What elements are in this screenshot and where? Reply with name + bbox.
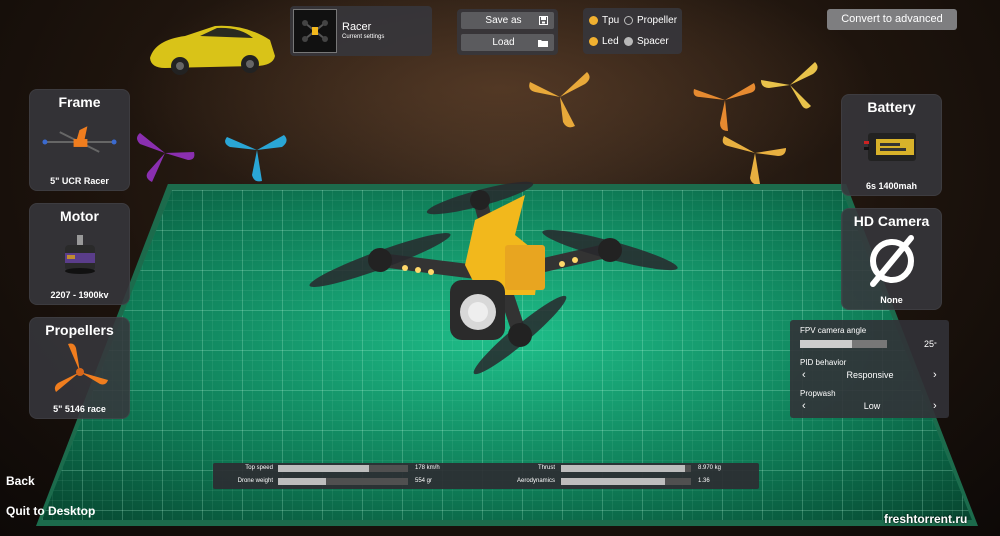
- drone-model[interactable]: [300, 160, 700, 390]
- none-icon: [852, 233, 931, 289]
- folder-icon: [536, 39, 550, 47]
- stat-label-thrust: Thrust: [537, 465, 555, 471]
- camera-angle-number: 25: [924, 339, 935, 349]
- tuning-panel: FPV camera angle 25° PID behavior ‹ Resp…: [790, 320, 949, 418]
- hd-camera-card[interactable]: HD Camera None: [841, 208, 942, 310]
- file-panel: Save as Load: [457, 9, 558, 55]
- pid-value: Responsive: [846, 370, 894, 380]
- preset-name: Racer: [342, 21, 372, 33]
- scattered-propeller: [529, 72, 590, 128]
- battery-title: Battery: [867, 99, 916, 115]
- stat-bar-drone-weight: [278, 478, 408, 485]
- stat-value-thrust: 8.970 kg: [698, 465, 722, 471]
- motor-value: 2207 - 1900kv: [50, 290, 109, 300]
- camera-angle-value: 25°: [924, 339, 937, 349]
- toy-car: [150, 25, 275, 75]
- stat-bar-aerodynamics: [561, 478, 691, 485]
- stat-label-aerodynamics: Aerodynamics: [516, 478, 555, 484]
- stat-fill-aerodynamics: [561, 478, 665, 485]
- frame-title: Frame: [58, 94, 101, 110]
- propeller-icon: [40, 342, 119, 398]
- motor-icon: [40, 228, 119, 284]
- stat-value-top-speed: 178 km/h: [415, 465, 440, 471]
- battery-card[interactable]: Battery 6s 1400mah: [841, 94, 942, 196]
- stat-value-drone-weight: 554 gr: [415, 478, 433, 484]
- material-options-panel: Tpu Propeller Led Spacer: [583, 8, 682, 54]
- pid-prev-arrow-icon[interactable]: ‹: [802, 369, 806, 381]
- scattered-propeller: [722, 136, 786, 185]
- watermark: freshtorrent.ru: [884, 512, 968, 526]
- motor-title: Motor: [60, 208, 99, 224]
- degree-unit: °: [934, 342, 937, 349]
- preset-subtitle: Current settings: [342, 34, 385, 40]
- battery-value: 6s 1400mah: [865, 181, 918, 191]
- pid-next-arrow-icon[interactable]: ›: [933, 369, 937, 381]
- option-propeller[interactable]: Propeller: [624, 15, 677, 26]
- propwash-next-arrow-icon[interactable]: ›: [933, 400, 937, 412]
- radio-dot-unselected: [624, 37, 633, 46]
- stat-bar-top-speed: [278, 465, 408, 472]
- preset-thumbnail: [293, 9, 337, 53]
- scattered-propeller: [137, 133, 195, 182]
- option-label: Led: [602, 36, 619, 47]
- stat-value-aerodynamics: 1.36: [698, 478, 710, 484]
- stats-panel: Top speed 178 km/h Drone weight 554 gr T…: [213, 463, 759, 489]
- option-label: Propeller: [637, 15, 678, 26]
- camera-angle-label: FPV camera angle: [800, 326, 867, 335]
- propellers-value: 5" 5146 race: [53, 404, 106, 414]
- pid-label: PID behavior: [800, 358, 847, 367]
- radio-dot-selected: [589, 37, 598, 46]
- quit-to-desktop-button[interactable]: Quit to Desktop: [6, 504, 95, 518]
- frame-card[interactable]: Frame 5" UCR Racer: [29, 89, 130, 191]
- stat-label-drone-weight: Drone weight: [237, 478, 273, 484]
- save-icon: [536, 16, 550, 25]
- propwash-label: Propwash: [800, 389, 836, 398]
- convert-to-advanced-button[interactable]: Convert to advanced: [827, 9, 957, 30]
- stat-bar-thrust: [561, 465, 691, 472]
- stat-fill-drone-weight: [278, 478, 327, 485]
- radio-dot-unselected: [624, 16, 633, 25]
- preset-panel[interactable]: Racer Current settings: [290, 6, 432, 56]
- scattered-propeller: [761, 62, 818, 109]
- camera-angle-slider[interactable]: [800, 340, 887, 348]
- save-as-label: Save as: [485, 15, 522, 26]
- hd-camera-value: None: [880, 295, 903, 305]
- propwash-prev-arrow-icon[interactable]: ‹: [802, 400, 806, 412]
- frame-value: 5" UCR Racer: [50, 176, 109, 186]
- option-label: Spacer: [637, 36, 669, 47]
- load-button[interactable]: Load: [461, 34, 554, 51]
- option-tpu[interactable]: Tpu: [589, 15, 619, 26]
- battery-icon: [852, 119, 931, 175]
- stat-fill-thrust: [561, 465, 685, 472]
- drone-thumbnail-icon: [302, 20, 328, 42]
- back-button[interactable]: Back: [6, 474, 35, 488]
- frame-icon: [40, 114, 119, 170]
- scattered-propeller: [225, 135, 287, 182]
- camera-angle-slider-fill: [800, 340, 853, 348]
- propellers-title: Propellers: [45, 322, 114, 338]
- option-spacer[interactable]: Spacer: [624, 36, 669, 47]
- motor-card[interactable]: Motor 2207 - 1900kv: [29, 203, 130, 305]
- save-as-button[interactable]: Save as: [461, 12, 554, 29]
- hd-camera-title: HD Camera: [853, 213, 930, 229]
- radio-dot-selected: [589, 16, 598, 25]
- option-led[interactable]: Led: [589, 36, 619, 47]
- propwash-value: Low: [863, 401, 881, 411]
- propellers-card[interactable]: Propellers 5" 5146 race: [29, 317, 130, 419]
- option-label: Tpu: [602, 15, 620, 26]
- stat-fill-top-speed: [278, 465, 369, 472]
- stat-label-top-speed: Top speed: [245, 465, 273, 471]
- load-label: Load: [492, 37, 515, 48]
